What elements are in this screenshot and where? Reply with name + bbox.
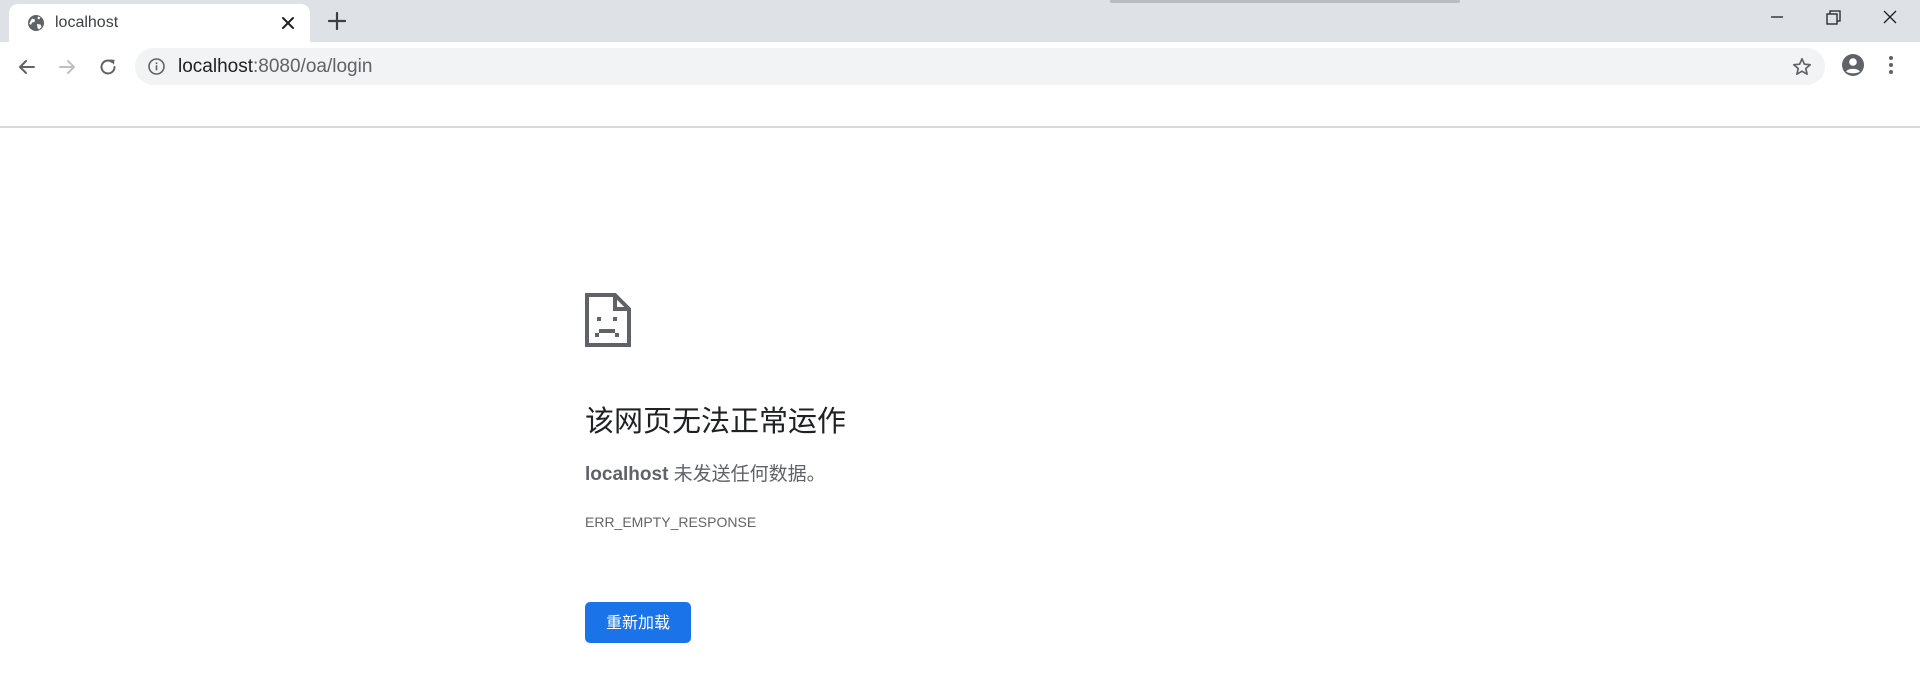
back-button[interactable]	[10, 50, 44, 84]
minimize-icon[interactable]	[1766, 6, 1788, 28]
tab-strip: localhost	[0, 0, 1920, 42]
plus-icon[interactable]	[326, 10, 348, 32]
tab-title: localhost	[55, 14, 119, 31]
address-bar[interactable]: localhost:8080/oa/login	[135, 48, 1825, 85]
arrow-left-icon	[19, 60, 35, 74]
close-icon[interactable]	[1879, 6, 1901, 28]
url-host: localhost	[178, 56, 253, 77]
error-host: localhost	[585, 464, 669, 485]
forward-button[interactable]	[50, 50, 84, 84]
error-description: localhost 未发送任何数据。	[585, 463, 826, 487]
globe-icon	[28, 15, 44, 31]
account-circle-icon	[1842, 54, 1864, 76]
reload-button[interactable]	[91, 50, 125, 84]
url-text[interactable]: localhost:8080/oa/login	[178, 56, 372, 78]
reload-icon	[100, 59, 116, 75]
browser-toolbar: localhost:8080/oa/login	[0, 42, 1920, 128]
error-heading: 该网页无法正常运作	[585, 404, 847, 438]
arrow-right-icon	[59, 60, 75, 74]
reload-page-button[interactable]: 重新加载	[585, 602, 691, 643]
tab-localhost[interactable]: localhost	[9, 4, 310, 42]
url-path: :8080/oa/login	[253, 56, 373, 77]
close-icon[interactable]	[279, 14, 297, 32]
more-vertical-icon	[1889, 56, 1893, 74]
restore-icon[interactable]	[1822, 6, 1844, 28]
error-description-text: 未发送任何数据。	[668, 464, 826, 485]
sad-document-icon	[585, 293, 631, 347]
popup-edge	[1110, 0, 1460, 3]
star-outline-icon[interactable]	[1791, 56, 1813, 78]
error-code: ERR_EMPTY_RESPONSE	[585, 514, 757, 530]
menu-button[interactable]	[1876, 50, 1906, 80]
info-icon[interactable]	[147, 57, 166, 76]
profile-button[interactable]	[1838, 50, 1868, 80]
